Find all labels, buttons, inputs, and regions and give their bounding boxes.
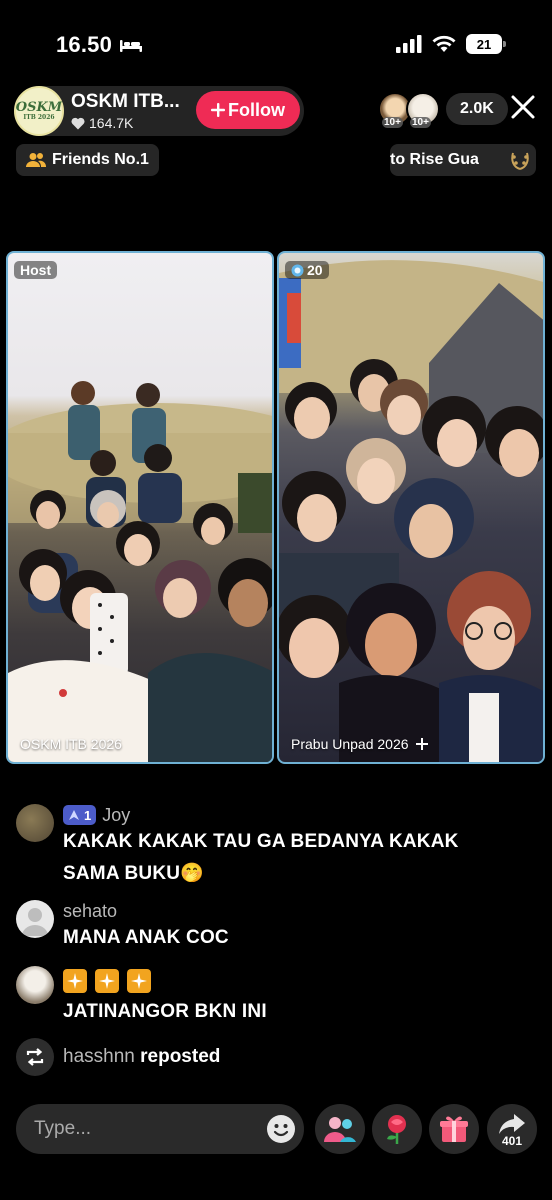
host-likes: 164.7K: [71, 115, 197, 131]
guest-video-feed: [279, 260, 543, 762]
guest-panel-name: Prabu Unpad 2026: [291, 736, 409, 752]
star-badge-icon: [63, 969, 87, 993]
ranking-ticker-text: to Rise Gua: [390, 151, 479, 168]
viewer-count[interactable]: 2.0K: [446, 93, 508, 125]
comment-text: MANA ANAK COC: [63, 927, 229, 948]
guest-viewer-tag: 20: [285, 261, 329, 279]
status-time: 16.50: [56, 32, 143, 58]
repost-icon: [16, 1038, 54, 1076]
host-avatar-logo-text: OSKM: [15, 99, 63, 115]
laurel-icon: [511, 152, 529, 170]
commenter-avatar[interactable]: [16, 804, 54, 842]
ranking-ticker-chip[interactable]: to Rise Gua: [390, 144, 536, 176]
host-tag-label: Host: [20, 262, 52, 278]
host-video-feed: [8, 381, 272, 762]
comment-user[interactable]: sehato: [63, 900, 229, 922]
host-avatar[interactable]: OSKM ITB 2026: [14, 86, 64, 136]
sleep-mode-icon: [120, 38, 143, 52]
status-time-text: 16.50: [56, 32, 113, 57]
comment-user[interactable]: 1 Joy: [63, 804, 503, 826]
comment-username: sehato: [63, 900, 118, 921]
plus-icon: [211, 103, 225, 117]
gift-gem-icon: [291, 264, 304, 276]
gift-button[interactable]: [429, 1104, 479, 1154]
close-icon[interactable]: [510, 94, 536, 120]
people-icon: [26, 153, 46, 167]
share-button[interactable]: 401: [487, 1104, 537, 1154]
battery-level: 21: [476, 36, 492, 52]
follow-button[interactable]: Follow: [196, 91, 300, 129]
viewer-avatar[interactable]: 10+: [406, 92, 440, 128]
viewer-list[interactable]: 10+ 10+ 2.0K: [378, 92, 508, 128]
gift-icon: [440, 1116, 468, 1142]
friends-ranking-label: Friends No.1: [52, 151, 149, 168]
battery-indicator: 21: [466, 34, 506, 54]
comment-text: KAKAK KAKAK TAU GA BEDANYA KAKAK SAMA BU…: [63, 831, 459, 884]
comment-item[interactable]: JATINANGOR BKN INI: [16, 966, 267, 1028]
commenter-avatar[interactable]: [16, 966, 54, 1004]
guest-panel-label[interactable]: Prabu Unpad 2026: [291, 736, 429, 752]
star-badge-icon: [127, 969, 151, 993]
host-profile-pill[interactable]: OSKM ITB 2026 OSKM ITB... 164.7K Follow: [14, 86, 304, 136]
repost-notice: hasshnn reposted: [16, 1038, 220, 1076]
viewer-badge: 10+: [382, 117, 403, 128]
comment-username: Joy: [102, 804, 131, 825]
level-triangle-icon: [69, 810, 79, 820]
guest-video-panel[interactable]: 20 Prabu Unpad 2026: [277, 251, 545, 764]
comment-item[interactable]: sehato MANA ANAK COC: [16, 900, 229, 954]
level-number: 1: [84, 807, 92, 823]
add-icon[interactable]: [415, 737, 429, 751]
rose-icon: [387, 1115, 406, 1144]
star-badge-icon: [95, 969, 119, 993]
repost-username[interactable]: hasshnn: [63, 1046, 135, 1067]
viewer-badge: 10+: [410, 117, 431, 128]
comment-text: JATINANGOR BKN INI: [63, 1001, 267, 1022]
level-badge: 1: [63, 805, 97, 825]
default-avatar-icon: [22, 908, 48, 936]
host-panel-label[interactable]: OSKM ITB 2026: [20, 736, 122, 752]
comment-input-placeholder: Type...: [34, 1118, 92, 1139]
comment-input[interactable]: Type...: [16, 1104, 304, 1154]
commenter-avatar[interactable]: [16, 900, 54, 938]
host-name[interactable]: OSKM ITB...: [71, 91, 197, 113]
repost-action: reposted: [140, 1046, 221, 1067]
guests-icon: [324, 1117, 356, 1142]
status-indicators: 21: [396, 34, 506, 54]
cellular-signal-icon: [396, 35, 422, 53]
host-tag: Host: [14, 261, 58, 279]
heart-icon: [71, 117, 85, 129]
host-avatar-logo-subtext: ITB 2026: [23, 113, 55, 121]
host-video-panel[interactable]: Host OSKM ITB 2026: [6, 251, 274, 764]
host-panel-name: OSKM ITB 2026: [20, 736, 122, 752]
comment-badges: [63, 966, 267, 996]
share-count: 401: [501, 1134, 523, 1148]
host-likes-count: 164.7K: [89, 115, 134, 131]
comment-item[interactable]: 1 Joy KAKAK KAKAK TAU GA BEDANYA KAKAK S…: [16, 804, 503, 890]
share-icon: [499, 1114, 525, 1134]
friends-ranking-chip[interactable]: Friends No.1: [16, 144, 159, 176]
guest-viewer-count: 20: [307, 262, 323, 278]
emoji-icon[interactable]: [266, 1114, 296, 1144]
follow-button-label: Follow: [228, 99, 285, 120]
multi-guest-button[interactable]: [315, 1104, 365, 1154]
wifi-icon: [432, 35, 456, 52]
rose-gift-button[interactable]: [372, 1104, 422, 1154]
